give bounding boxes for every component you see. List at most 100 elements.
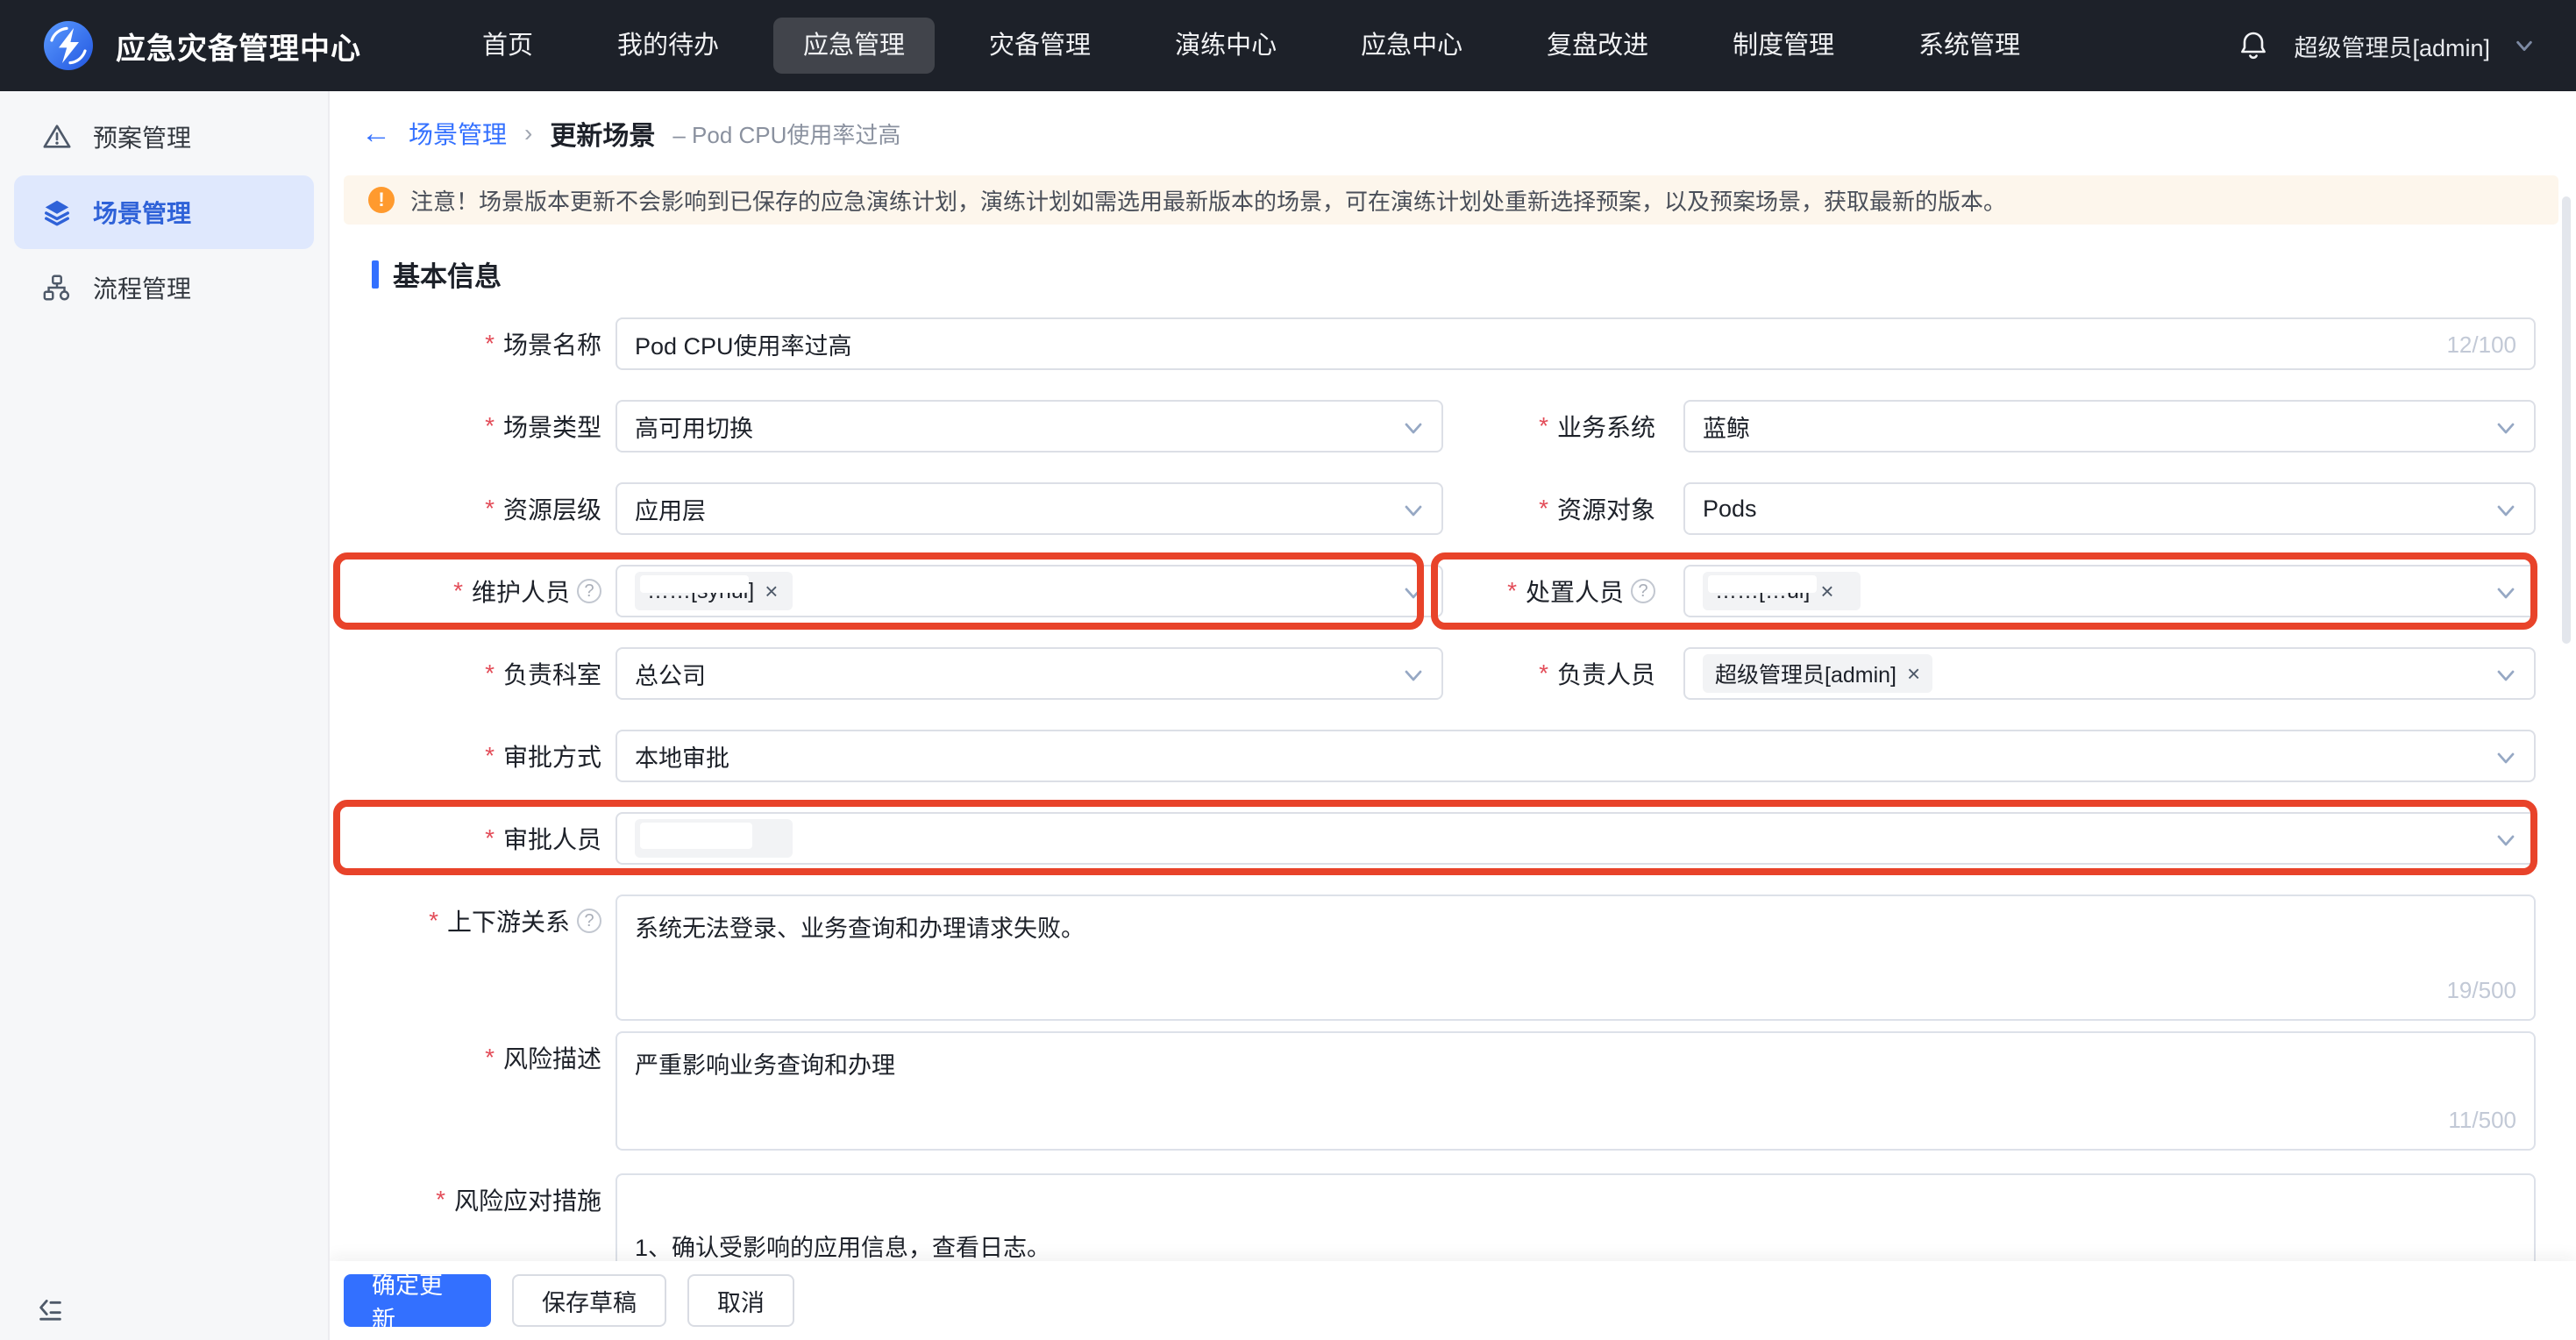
maintainer-tag[interactable]: ……[synui] × [635, 572, 793, 610]
main-nav: 首页 我的待办 应急管理 灾备管理 演练中心 应急中心 复盘改进 制度管理 系统… [452, 18, 2050, 74]
owner-tag[interactable]: 超级管理员[admin] × [1703, 654, 1932, 693]
form-row-upstream: * 上下游关系 ? 系统无法登录、业务查询和办理请求失败。 19/500 [344, 895, 2562, 1021]
breadcrumb: ← 场景管理 › 更新场景 – Pod CPU使用率过高 [330, 91, 2576, 175]
handler-select[interactable]: ……[…ui] × [1683, 565, 2536, 617]
upstream-textarea[interactable]: 系统无法登录、业务查询和办理请求失败。 19/500 [616, 895, 2536, 1021]
approval-method-select[interactable]: 本地审批 [616, 730, 2536, 782]
page-title: 更新场景 [550, 114, 655, 153]
form-row-approval-method: * 审批方式 本地审批 [344, 730, 2562, 782]
scene-type-label: * 场景类型 [344, 400, 601, 453]
sidebar: 预案管理 场景管理 流程管理 [0, 91, 330, 1340]
sidebar-collapse-icon[interactable] [35, 1293, 65, 1322]
notice-text: 注意！场景版本更新不会影响到已保存的应急演练计划，演练计划如需选用最新版本的场景… [410, 184, 2006, 217]
chevron-down-icon [2495, 582, 2516, 603]
sidebar-item-label: 场景管理 [93, 195, 191, 230]
department-select[interactable]: 总公司 [616, 647, 1443, 700]
navbar-right: 超级管理员[admin] [2238, 29, 2534, 63]
char-counter: 19/500 [2446, 970, 2516, 1010]
nav-item-review-improve[interactable]: 复盘改进 [1517, 18, 1678, 74]
nav-item-todo[interactable]: 我的待办 [587, 18, 749, 74]
maintainer-select[interactable]: ……[synui] × [616, 565, 1443, 617]
notification-bell-icon[interactable] [2238, 30, 2269, 61]
nav-item-emergency-mgmt[interactable]: 应急管理 [773, 18, 935, 74]
form-row-scene-name: * 场景名称 Pod CPU使用率过高 12/100 [344, 317, 2562, 370]
form-row-resource: * 资源层级 应用层 * 资源对象 Pods [344, 482, 2562, 535]
close-icon[interactable]: × [765, 580, 778, 602]
confirm-update-button[interactable]: 确定更新 [344, 1274, 491, 1327]
nav-item-home[interactable]: 首页 [452, 18, 563, 74]
breadcrumb-parent[interactable]: 场景管理 [409, 116, 507, 151]
form-row-risk-desc: * 风险描述 严重影响业务查询和办理 11/500 [344, 1031, 2562, 1151]
risk-measures-label: * 风险应对措施 [344, 1173, 601, 1226]
chevron-down-icon [2495, 417, 2516, 438]
user-menu[interactable]: 超级管理员[admin] [2294, 29, 2490, 63]
page-subtitle: – Pod CPU使用率过高 [672, 118, 900, 150]
approval-method-label: * 审批方式 [344, 730, 601, 782]
breadcrumb-separator-icon: › [524, 119, 532, 147]
chevron-down-icon [2495, 830, 2516, 851]
nav-item-system-mgmt[interactable]: 系统管理 [1889, 18, 2050, 74]
scene-name-input[interactable]: Pod CPU使用率过高 12/100 [616, 317, 2536, 370]
owner-label: * 负责人员 [1384, 647, 1655, 700]
business-system-label: * 业务系统 [1384, 400, 1655, 453]
resource-level-select[interactable]: 应用层 [616, 482, 1443, 535]
risk-desc-textarea[interactable]: 严重影响业务查询和办理 11/500 [616, 1031, 2536, 1151]
section-header: 基本信息 [372, 254, 2576, 294]
chevron-down-icon [2495, 500, 2516, 521]
risk-desc-label: * 风险描述 [344, 1031, 601, 1084]
help-icon[interactable]: ? [577, 909, 601, 933]
approver-tag[interactable]: ……… × [635, 819, 793, 858]
sidebar-item-plan-mgmt[interactable]: 预案管理 [14, 100, 314, 174]
char-counter: 11/500 [2448, 1100, 2516, 1140]
help-icon[interactable]: ? [577, 579, 601, 603]
business-system-select[interactable]: 蓝鲸 [1683, 400, 2536, 453]
close-icon[interactable]: × [723, 827, 737, 850]
section-accent-bar [372, 260, 379, 289]
close-icon[interactable]: × [1820, 580, 1833, 602]
help-icon[interactable]: ? [1631, 579, 1655, 603]
required-mark: * [485, 330, 495, 358]
form-row-personnel: * 维护人员 ? ……[synui] × * 处置人员 ? [344, 565, 2562, 617]
approver-select[interactable]: ……… × [616, 812, 2536, 865]
form-footer: 确定更新 保存草稿 取消 [330, 1261, 2576, 1340]
save-draft-button[interactable]: 保存草稿 [512, 1274, 666, 1327]
layers-icon [42, 197, 72, 227]
resource-object-label: * 资源对象 [1384, 482, 1655, 535]
back-arrow-icon[interactable]: ← [361, 118, 391, 148]
resource-object-select[interactable]: Pods [1683, 482, 2536, 535]
app-root: 应急灾备管理中心 首页 我的待办 应急管理 灾备管理 演练中心 应急中心 复盘改… [0, 0, 2576, 1340]
char-counter: 12/100 [2446, 331, 2516, 359]
resource-level-label: * 资源层级 [344, 482, 601, 535]
form-row-type-system: * 场景类型 高可用切换 * 业务系统 蓝鲸 [344, 400, 2562, 453]
chevron-down-icon [2495, 665, 2516, 686]
warning-icon: ! [368, 187, 395, 213]
close-icon[interactable]: × [1907, 662, 1920, 685]
flow-icon [42, 273, 72, 303]
sidebar-item-label: 预案管理 [93, 119, 191, 154]
form-row-approver: * 审批人员 ……… × [344, 812, 2562, 865]
handler-label: * 处置人员 ? [1384, 565, 1655, 617]
scrollbar-thumb[interactable] [2562, 196, 2571, 644]
scene-type-select[interactable]: 高可用切换 [616, 400, 1443, 453]
form-row-owner: * 负责科室 总公司 * 负责人员 超级管理员[admin] × [344, 647, 2562, 700]
nav-item-policy-mgmt[interactable]: 制度管理 [1703, 18, 1864, 74]
section-title: 基本信息 [393, 254, 502, 294]
maintainer-label: * 维护人员 ? [344, 565, 601, 617]
owner-select[interactable]: 超级管理员[admin] × [1683, 647, 2536, 700]
nav-item-disaster-mgmt[interactable]: 灾备管理 [959, 18, 1121, 74]
alert-triangle-icon [42, 122, 72, 152]
sidebar-item-process-mgmt[interactable]: 流程管理 [14, 251, 314, 324]
main-content: ← 场景管理 › 更新场景 – Pod CPU使用率过高 ! 注意！场景版本更新… [330, 91, 2576, 1340]
nav-item-emergency-center[interactable]: 应急中心 [1331, 18, 1492, 74]
notice-banner: ! 注意！场景版本更新不会影响到已保存的应急演练计划，演练计划如需选用最新版本的… [344, 175, 2558, 225]
sidebar-item-scene-mgmt[interactable]: 场景管理 [14, 175, 314, 249]
top-navbar: 应急灾备管理中心 首页 我的待办 应急管理 灾备管理 演练中心 应急中心 复盘改… [0, 0, 2576, 91]
cancel-button[interactable]: 取消 [687, 1274, 794, 1327]
sidebar-item-label: 流程管理 [93, 270, 191, 305]
scene-name-label: * 场景名称 [344, 317, 601, 370]
handler-tag[interactable]: ……[…ui] × [1703, 572, 1861, 610]
nav-item-drill-center[interactable]: 演练中心 [1145, 18, 1306, 74]
app-logo-icon[interactable] [42, 19, 95, 72]
chevron-down-icon [2495, 747, 2516, 768]
chevron-down-icon[interactable] [2515, 36, 2534, 55]
